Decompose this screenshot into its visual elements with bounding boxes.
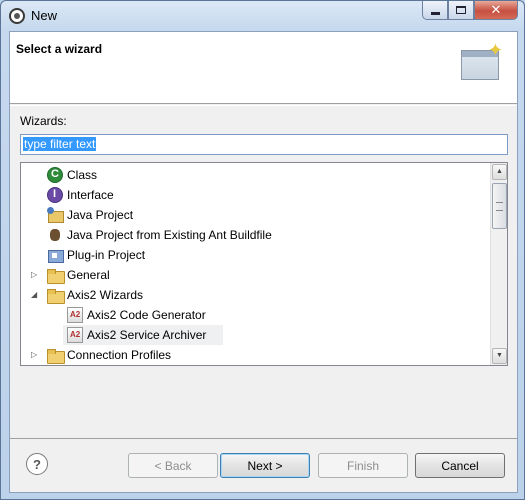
axis2-wizard-icon [67, 327, 83, 343]
minimize-icon [430, 11, 440, 15]
tree-item-label: Axis2 Service Archiver [87, 328, 207, 342]
close-icon: ✕ [490, 2, 502, 17]
wizard-header: Select a wizard ✦ [10, 32, 517, 104]
footer-divider [10, 438, 517, 439]
tree-item-label: Java Project [67, 208, 134, 222]
tree-item-label: Interface [67, 188, 114, 202]
tree-item-general[interactable]: ▷ General [21, 265, 491, 285]
tree-item-label: Class [67, 168, 98, 182]
tree-item-connection-profiles[interactable]: ▷ Connection Profiles [21, 345, 491, 365]
tree-item-label: Axis2 Wizards [67, 288, 144, 302]
plugin-project-icon [47, 247, 64, 263]
wizard-tree[interactable]: Class Interface Java Project Java Projec… [20, 162, 508, 366]
page-title: Select a wizard [16, 42, 103, 56]
new-wizard-dialog: New ✕ Select a wizard ✦ Wizards: type fi… [0, 0, 525, 500]
window-controls: ✕ [422, 1, 518, 20]
window-title: New [31, 8, 58, 23]
next-button-label: Next > [247, 458, 283, 473]
close-button[interactable]: ✕ [474, 1, 518, 20]
filter-input-text: type filter text [23, 137, 97, 151]
class-icon [47, 167, 63, 183]
eclipse-app-icon [9, 8, 25, 24]
back-button[interactable]: < Back [128, 453, 218, 478]
tree-item-interface[interactable]: Interface [21, 185, 491, 205]
wizards-label: Wizards: [20, 114, 67, 128]
interface-icon [47, 187, 63, 203]
tree-item-axis2-code-generator[interactable]: Axis2 Code Generator [21, 305, 491, 325]
expand-arrow-icon[interactable]: ▷ [31, 350, 41, 360]
filter-input[interactable]: type filter text [20, 134, 508, 155]
tree-item-label: General [67, 268, 110, 282]
minimize-button[interactable] [422, 1, 448, 20]
tree-item-label: Java Project from Existing Ant Buildfile [67, 228, 272, 242]
folder-icon [47, 287, 65, 304]
tree-item-label: Axis2 Code Generator [87, 308, 206, 322]
help-button[interactable]: ? [26, 453, 48, 475]
help-icon: ? [33, 456, 41, 472]
next-button[interactable]: Next > [220, 453, 310, 478]
finish-button[interactable]: Finish [318, 453, 408, 478]
scroll-up-button[interactable]: ▲ [492, 164, 507, 180]
tree-item-label: Connection Profiles [67, 348, 172, 362]
tree-vertical-scrollbar[interactable]: ▲ ▼ [490, 163, 507, 365]
tree-item-class[interactable]: Class [21, 165, 491, 185]
collapse-arrow-icon[interactable]: ◢ [31, 290, 41, 300]
dialog-client-area: Select a wizard ✦ Wizards: type filter t… [9, 31, 518, 493]
tree-item-axis2-service-archiver[interactable]: Axis2 Service Archiver [63, 325, 223, 345]
scroll-thumb[interactable] [492, 183, 507, 229]
expand-arrow-icon[interactable]: ▷ [31, 270, 41, 280]
folder-icon [47, 267, 65, 284]
scroll-down-button[interactable]: ▼ [492, 348, 507, 364]
maximize-button[interactable] [448, 1, 474, 20]
java-project-icon [47, 207, 64, 223]
finish-button-label: Finish [346, 458, 379, 473]
tree-item-java-project-ant[interactable]: Java Project from Existing Ant Buildfile [21, 225, 491, 245]
back-button-label: < Back [154, 458, 192, 473]
axis2-wizard-icon [67, 307, 83, 323]
cancel-button[interactable]: Cancel [415, 453, 505, 478]
tree-item-label: Plug-in Project [67, 248, 146, 262]
tree-item-plugin-project[interactable]: Plug-in Project [21, 245, 491, 265]
new-wizard-banner-icon: ✦ [459, 40, 503, 86]
maximize-icon [456, 6, 466, 14]
ant-project-icon [47, 227, 63, 243]
tree-item-axis2-wizards[interactable]: ◢ Axis2 Wizards [21, 285, 491, 305]
header-divider [10, 105, 517, 106]
tree-item-java-project[interactable]: Java Project [21, 205, 491, 225]
title-bar[interactable]: New ✕ [1, 1, 524, 31]
cancel-button-label: Cancel [441, 458, 479, 473]
folder-icon [47, 347, 65, 364]
